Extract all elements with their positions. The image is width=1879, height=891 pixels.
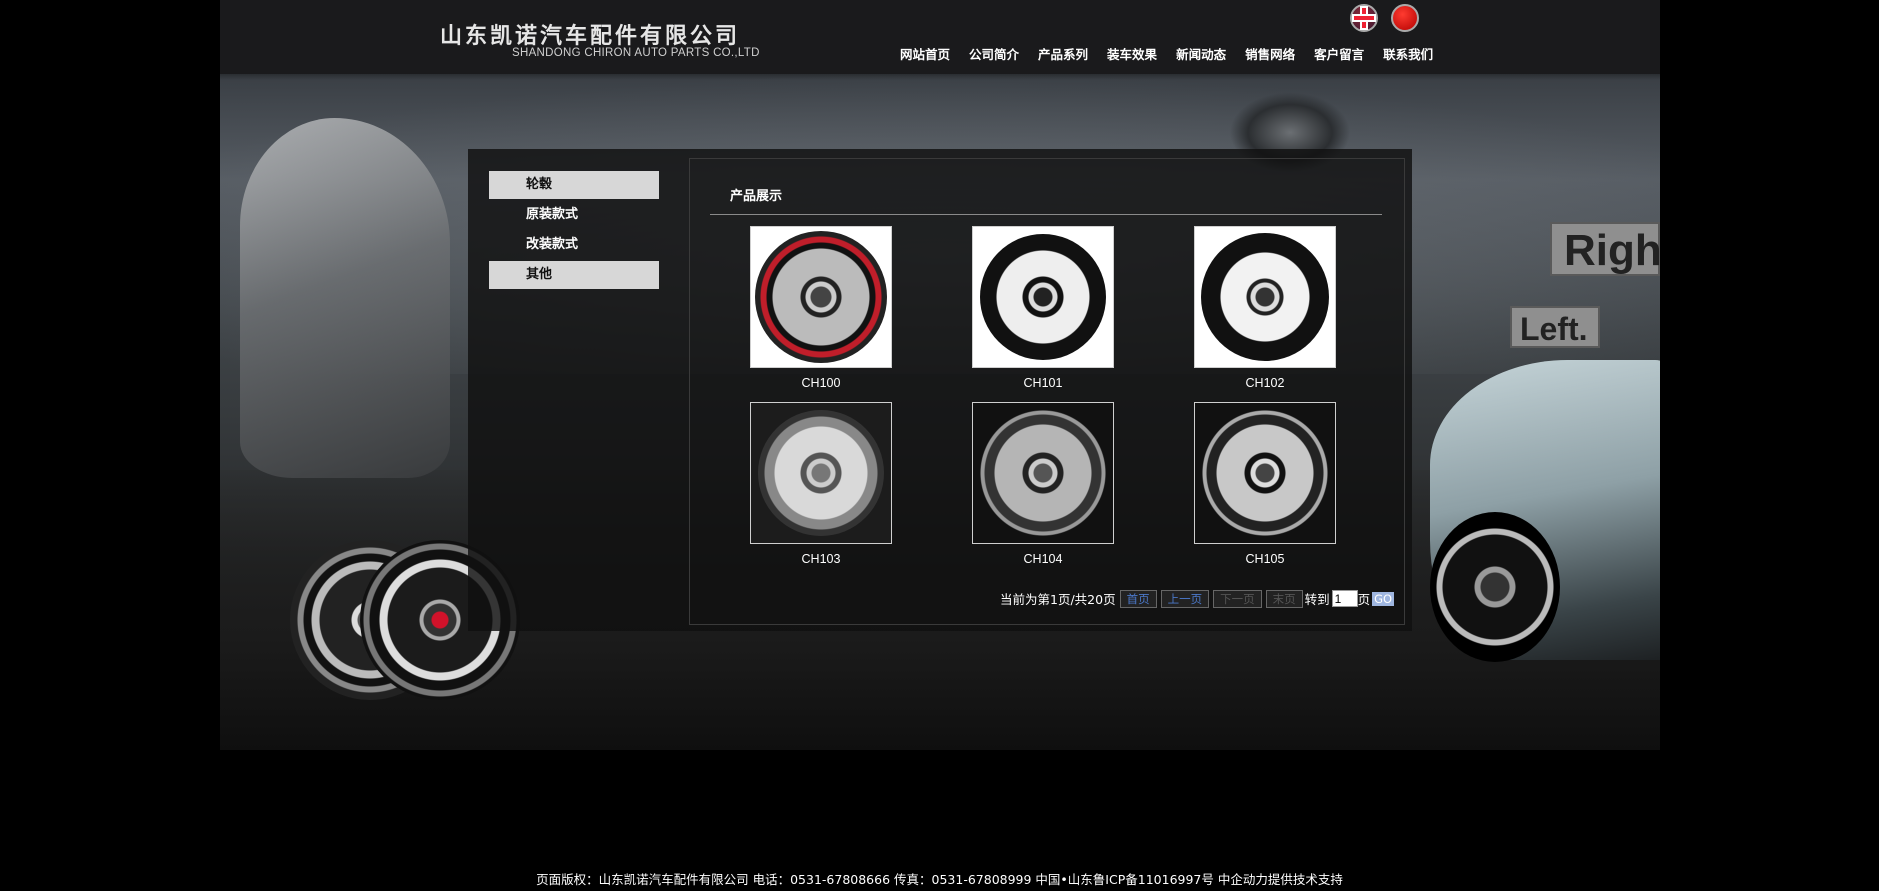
site-footer: 页面版权：山东凯诺汽车配件有限公司 电话：0531-67808666 传真：05… (536, 872, 1343, 887)
sidebar-item-original[interactable]: 原装款式 (489, 201, 659, 229)
product-name[interactable]: CH104 (972, 552, 1114, 566)
pager-status: 当前为第1页/共20页 (1000, 592, 1116, 607)
sign-left: Left. (1510, 306, 1600, 348)
pager-last-button[interactable]: 末页 (1265, 589, 1303, 608)
nav-products[interactable]: 产品系列 (1038, 44, 1088, 63)
product-card[interactable]: CH105 (1194, 402, 1336, 566)
product-image[interactable] (750, 402, 892, 544)
pager-page-unit: 页 (1357, 592, 1371, 607)
nav-sales-network[interactable]: 销售网络 (1245, 44, 1295, 63)
nav-about[interactable]: 公司简介 (969, 44, 1019, 63)
nav-home[interactable]: 网站首页 (900, 44, 950, 63)
signpost-decoration: Righ Left. (1510, 222, 1660, 352)
pager-prev-button[interactable]: 上一页 (1160, 589, 1210, 608)
pagination: 当前为第1页/共20页 首页 上一页 下一页 末页 转到 页 GO (1000, 589, 1395, 608)
pager-go-button[interactable]: GO (1372, 591, 1395, 606)
product-name[interactable]: CH103 (750, 552, 892, 566)
pager-first-button[interactable]: 首页 (1119, 589, 1157, 608)
product-name[interactable]: CH100 (750, 376, 892, 390)
uk-flag-icon[interactable] (1350, 4, 1378, 32)
panel-divider (710, 214, 1382, 215)
content-box: 轮毂 原装款式 改装款式 其他 产品展示 CH100 CH101 CH102 C… (468, 149, 1412, 631)
sign-right: Righ (1550, 222, 1660, 276)
sidebar-item-other[interactable]: 其他 (489, 261, 659, 289)
product-name[interactable]: CH101 (972, 376, 1114, 390)
main-nav: 网站首页 公司简介 产品系列 装车效果 新闻动态 销售网络 客户留言 联系我们 (900, 44, 1452, 63)
product-card[interactable]: CH103 (750, 402, 892, 566)
product-name[interactable]: CH105 (1194, 552, 1336, 566)
product-name[interactable]: CH102 (1194, 376, 1336, 390)
product-image[interactable] (1194, 226, 1336, 368)
pager-page-input[interactable] (1331, 590, 1358, 607)
nav-news[interactable]: 新闻动态 (1176, 44, 1226, 63)
sidebar-item-modified[interactable]: 改装款式 (489, 231, 659, 259)
nav-contact[interactable]: 联系我们 (1383, 44, 1433, 63)
product-image[interactable] (972, 402, 1114, 544)
product-image[interactable] (972, 226, 1114, 368)
product-card[interactable]: CH104 (972, 402, 1114, 566)
car-wheel-decoration (1430, 512, 1560, 662)
nav-installation[interactable]: 装车效果 (1107, 44, 1157, 63)
company-name-cn[interactable]: 山东凯诺汽车配件有限公司 (440, 18, 740, 50)
product-card[interactable]: CH101 (972, 226, 1114, 390)
company-name-en: SHANDONG CHIRON AUTO PARTS CO.,LTD (512, 47, 760, 59)
pager-next-button[interactable]: 下一页 (1213, 589, 1262, 608)
panel-title: 产品展示 (730, 189, 783, 204)
site-header: 山东凯诺汽车配件有限公司 SHANDONG CHIRON AUTO PARTS … (220, 0, 1660, 74)
product-image[interactable] (1194, 402, 1336, 544)
product-card[interactable]: CH100 (750, 226, 892, 390)
nav-guestbook[interactable]: 客户留言 (1314, 44, 1364, 63)
product-panel: 产品展示 CH100 CH101 CH102 CH103 CH104 CH105 (689, 158, 1405, 625)
product-image[interactable] (750, 226, 892, 368)
category-sidebar: 轮毂 原装款式 改装款式 其他 (489, 171, 659, 291)
china-flag-icon[interactable] (1391, 4, 1419, 32)
pager-goto-label: 转到 (1304, 592, 1330, 607)
rock-decoration (240, 118, 450, 478)
product-card[interactable]: CH102 (1194, 226, 1336, 390)
sidebar-item-wheels[interactable]: 轮毂 (489, 171, 659, 199)
